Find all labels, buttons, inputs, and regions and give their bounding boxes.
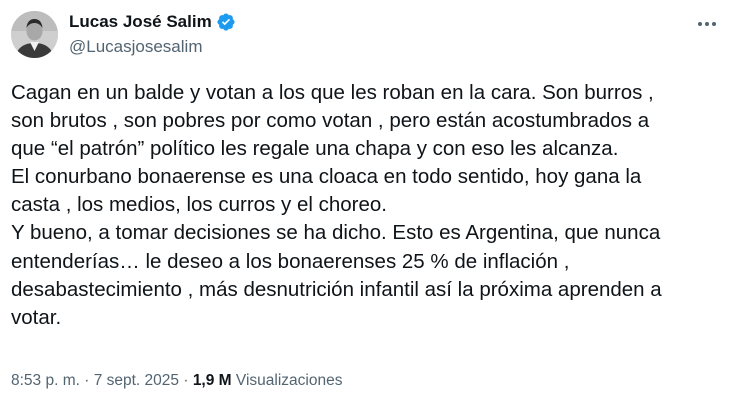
tweet-text-line: casta , los medios, los curros y el chor… bbox=[11, 193, 387, 217]
tweet: Lucas José Salim @Lucasjosesalim Cagan e… bbox=[0, 0, 737, 403]
tweet-text-line: votar. bbox=[11, 305, 62, 329]
author-name-row: Lucas José Salim bbox=[69, 11, 236, 33]
tweet-text-line: que “el patrón” político les regale una … bbox=[11, 137, 619, 161]
tweet-text: Cagan en un balde y votan a los que les … bbox=[11, 79, 721, 332]
views-label: Visualizaciones bbox=[235, 372, 343, 389]
tweet-text-line: Y bueno, a tomar decisiones se ha dicho.… bbox=[11, 221, 661, 245]
tweet-text-line: Cagan en un balde y votan a los que les … bbox=[11, 81, 654, 104]
meta-separator: · bbox=[179, 372, 193, 389]
tweet-text-line: desabastecimiento , más desnutrición inf… bbox=[11, 277, 662, 301]
author-display-name[interactable]: Lucas José Salim bbox=[69, 11, 212, 33]
tweet-meta: 8:53 p. m. · 7 sept. 2025 · 1,9 M Visual… bbox=[11, 371, 342, 391]
more-dot bbox=[712, 22, 716, 26]
author-handle[interactable]: @Lucasjosesalim bbox=[69, 36, 202, 58]
tweet-text-line: son brutos , son pobres por como votan ,… bbox=[11, 109, 650, 133]
verified-badge-icon[interactable] bbox=[216, 12, 236, 32]
views-count: 1,9 M bbox=[192, 372, 232, 389]
more-dot bbox=[698, 22, 702, 26]
tweet-text-line: El conurbano bonaerense es una cloaca en… bbox=[11, 165, 642, 189]
avatar[interactable] bbox=[11, 11, 58, 58]
more-dot bbox=[705, 22, 709, 26]
more-options-icon[interactable] bbox=[695, 12, 719, 36]
tweet-timestamp[interactable]: 8:53 p. m. · 7 sept. 2025 bbox=[11, 372, 179, 389]
tweet-text-line: entenderías… le deseo a los bonaerenses … bbox=[11, 249, 570, 273]
